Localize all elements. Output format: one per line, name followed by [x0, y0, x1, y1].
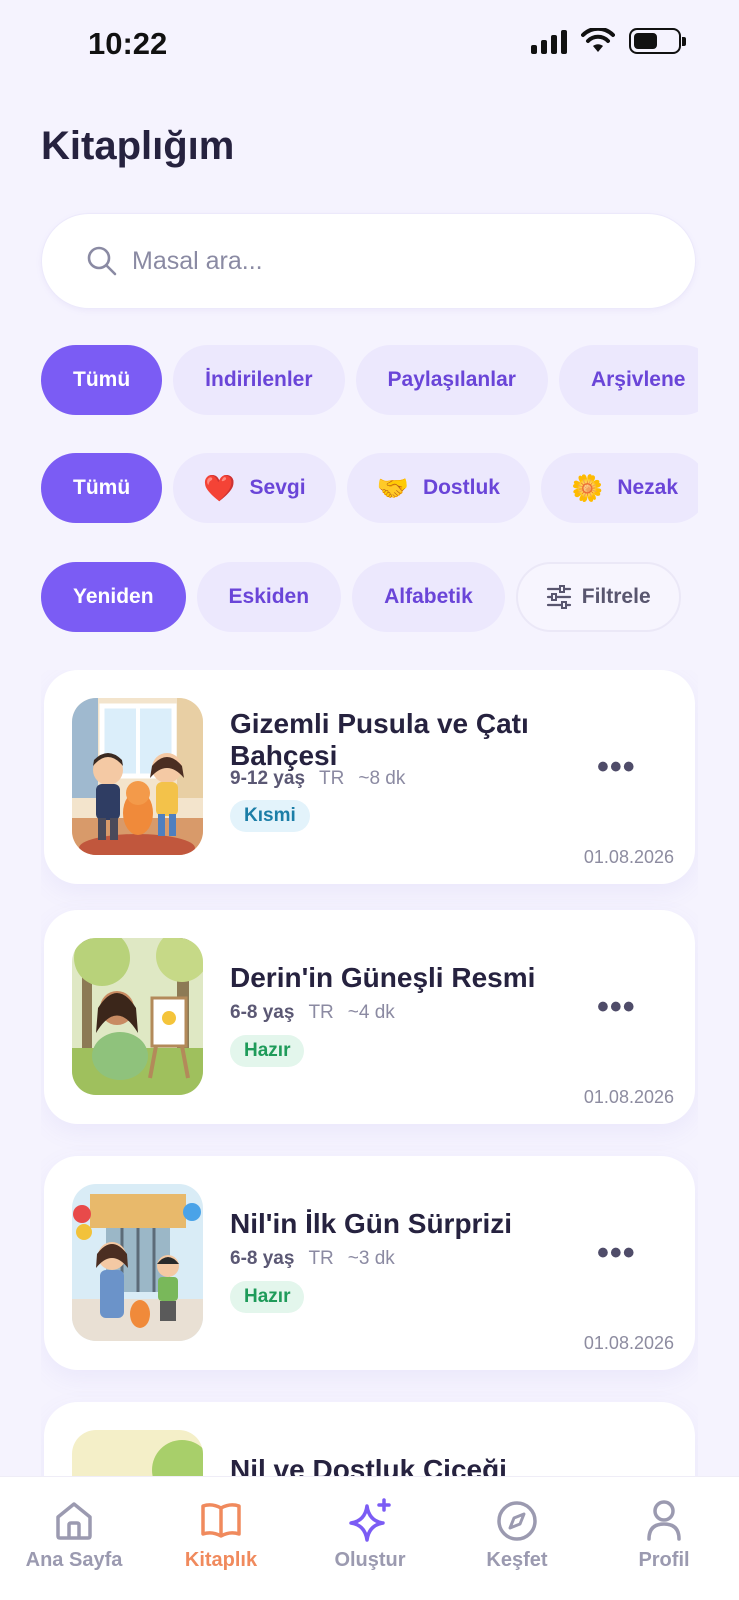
sort-chip-oldest[interactable]: Eskiden	[196, 562, 342, 632]
tab-label: Ana Sayfa	[25, 1549, 123, 1571]
story-title: Derin'in Güneşli Resmi	[230, 962, 536, 993]
story-meta: 9-12 yaş TR ~8 dk	[230, 768, 405, 790]
filter-chip-all[interactable]: Tümü	[41, 345, 163, 415]
more-options-button[interactable]: •••	[597, 748, 636, 787]
compass-icon	[497, 1501, 537, 1541]
book-icon	[201, 1503, 241, 1538]
story-duration: ~4 dk	[347, 1002, 395, 1023]
heart-icon: ❤️	[203, 472, 236, 503]
story-date: 01.08.2026	[583, 1333, 674, 1353]
story-card[interactable]: Gizemli Pusula ve Çatı Bahçesi 9-12 yaş T…	[44, 670, 695, 884]
tab-label: Profil	[638, 1549, 690, 1571]
theme-chip-love[interactable]: ❤️ Sevgi	[173, 453, 336, 523]
story-card[interactable]: Derin'in Güneşli Resmi 6-8 yaş TR ~4 dk Ha…	[44, 910, 695, 1124]
theme-chip-kindness[interactable]: 🌼 Nezak	[540, 453, 698, 523]
battery-icon	[629, 28, 686, 54]
story-duration: ~3 dk	[347, 1248, 395, 1269]
story-cover-image	[72, 1430, 203, 1476]
sort-chip-alphabetical[interactable]: Alfabetik	[352, 562, 505, 632]
flower-icon: 🌼	[570, 472, 604, 503]
theme-chip-label: Tümü	[73, 476, 131, 499]
status-time: 10:22	[88, 26, 168, 61]
status-badge: Kısmi	[230, 800, 310, 832]
story-meta: 6-8 yaş TR ~3 dk	[230, 1248, 395, 1270]
status-bar: 10:22	[0, 0, 739, 90]
theme-chip-label: Sevgi	[249, 476, 306, 499]
signal-icon	[531, 28, 567, 54]
source-filter-row: Tümü İndirilenler Paylaşılanlar Arşivlene	[41, 345, 698, 415]
story-title: Gizemli Pusula ve Çatı Bahçesi	[230, 708, 529, 771]
story-age: 6-8 yaş	[230, 1002, 295, 1023]
tab-home[interactable]: Ana Sayfa	[4, 1497, 144, 1572]
status-icons	[531, 28, 686, 54]
story-age: 9-12 yaş	[230, 768, 306, 789]
more-options-button[interactable]: •••	[597, 988, 636, 1027]
story-language: TR	[308, 1248, 334, 1269]
more-options-button[interactable]: •••	[597, 1234, 636, 1273]
filter-chip-shared[interactable]: Paylaşılanlar	[355, 345, 548, 415]
story-card[interactable]: Nil ve Dostluk Çiçeği	[44, 1402, 695, 1476]
tab-label: Oluştur	[334, 1549, 406, 1571]
filter-chip-archived[interactable]: Arşivlene	[558, 345, 698, 415]
search-icon	[87, 246, 117, 276]
filter-chip-downloaded[interactable]: İndirilenler	[173, 345, 345, 415]
sparkle-icon	[349, 1498, 391, 1542]
story-title: Nil'in İlk Gün Sürprizi	[230, 1208, 513, 1239]
theme-filter-row: Tümü ❤️ Sevgi 🤝 Dostluk 🌼 Nezak	[41, 453, 698, 523]
handshake-icon: 🤝	[376, 472, 409, 503]
story-date: 01.08.2026	[583, 1087, 674, 1107]
sort-row: Yeniden Eskiden Alfabetik Filtrele	[41, 562, 698, 632]
story-age: 6-8 yaş	[230, 1248, 295, 1269]
story-card[interactable]: Nil'in İlk Gün Sürprizi 6-8 yaş TR ~3 dk H…	[44, 1156, 695, 1370]
status-badge: Hazır	[230, 1281, 305, 1313]
filter-button-label: Filtrele	[581, 585, 651, 608]
story-cover-image	[72, 698, 203, 855]
theme-chip-label: Nezak	[617, 476, 679, 499]
tab-profile[interactable]: Profil	[594, 1497, 734, 1572]
theme-chip-all[interactable]: Tümü	[41, 453, 163, 523]
tab-bar: Ana Sayfa Kitaplık Oluştur Keşfet Profil	[0, 1476, 739, 1600]
status-badge: Hazır	[230, 1035, 305, 1067]
story-language: TR	[319, 768, 345, 789]
tab-label: Keşfet	[486, 1549, 548, 1571]
story-date: 01.08.2026	[583, 847, 674, 867]
story-cover-image	[72, 938, 203, 1095]
sliders-icon	[546, 585, 571, 609]
person-icon	[647, 1500, 681, 1541]
search-input[interactable]	[132, 246, 632, 276]
story-title: Nil ve Dostluk Çiçeği	[230, 1454, 507, 1476]
theme-chip-friendship[interactable]: 🤝 Dostluk	[346, 453, 530, 523]
tab-explore[interactable]: Keşfet	[447, 1497, 587, 1572]
home-icon	[56, 1502, 92, 1540]
page-title: Kitaplığım	[41, 124, 235, 168]
story-language: TR	[308, 1002, 334, 1023]
story-list: Gizemli Pusula ve Çatı Bahçesi 9-12 yaş T…	[41, 670, 698, 1476]
tab-library[interactable]: Kitaplık	[151, 1497, 291, 1572]
story-duration: ~8 dk	[358, 768, 406, 789]
story-meta: 6-8 yaş TR ~4 dk	[230, 1002, 395, 1024]
tab-label: Kitaplık	[184, 1549, 258, 1571]
filter-button[interactable]: Filtrele	[515, 562, 681, 632]
theme-chip-label: Dostluk	[422, 476, 500, 499]
sort-chip-newest[interactable]: Yeniden	[41, 562, 186, 632]
wifi-icon	[581, 28, 615, 52]
story-cover-image	[72, 1184, 203, 1341]
tab-create[interactable]: Oluştur	[300, 1497, 440, 1572]
search-bar[interactable]	[41, 213, 696, 309]
